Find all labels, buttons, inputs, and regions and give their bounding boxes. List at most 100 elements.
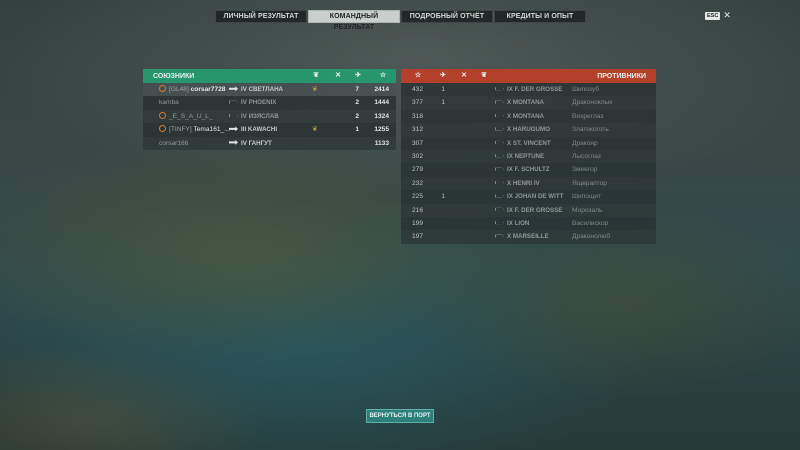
ship-class-icon xyxy=(495,100,504,104)
player-name: Змеегор xyxy=(572,166,598,174)
ship-name: IX JOHAN DE WITT xyxy=(507,193,564,201)
ship-name: IX LION xyxy=(507,219,530,227)
enemies-list: 432 1 IX F. DER GROSSE Шипозуб 377 1 X MONTANA… xyxy=(401,83,656,244)
ship-class-icon xyxy=(495,207,504,211)
ship-cell: X HARUGUMO xyxy=(495,123,550,136)
ship-name: IX NEPTUNE xyxy=(507,152,545,160)
medal-icon xyxy=(159,125,166,133)
enemy-row[interactable]: 318 X MONTANA Вихреглаз xyxy=(401,110,656,123)
ship-name: X HARUGUMO xyxy=(507,126,550,134)
laurel-icon: ❦ xyxy=(312,126,318,134)
enemy-row[interactable]: 279 IX F. SCHULTZ Змеегор xyxy=(401,163,656,176)
medal-icon xyxy=(159,111,166,119)
ally-row[interactable]: _E_S_A_U_L_ IV ИЗЯСЛАВ 2 1324 xyxy=(143,110,396,123)
close-control[interactable]: ESC ✕ xyxy=(705,11,731,20)
planes-value: 1 xyxy=(441,193,445,201)
base-xp-value: 2414 xyxy=(374,86,389,93)
enemy-row[interactable]: 302 IX NEPTUNE Лысоглаз xyxy=(401,150,656,163)
ship-class-icon xyxy=(495,87,504,91)
esc-key-hint: ESC xyxy=(705,11,721,20)
player-name: Шипозуб xyxy=(572,86,599,93)
ship-cell: IX F. DER GROSSE xyxy=(495,204,562,217)
player-name: _E_S_A_U_L_ xyxy=(169,112,213,120)
ship-name: III KAWACHI xyxy=(241,126,278,134)
ally-row[interactable]: corsar166 IV ГАНГУТ 1133 xyxy=(143,137,396,150)
enemy-row[interactable]: 307 X ST. VINCENT Дракояр xyxy=(401,137,656,150)
laurel-icon: ❦ xyxy=(313,72,319,79)
ship-class-icon xyxy=(495,167,504,171)
ship-cell: IX NEPTUNE xyxy=(495,150,544,163)
ship-name: IV СВЕТЛАНА xyxy=(241,86,284,93)
ship-name: X MARSEILLE xyxy=(507,233,549,241)
ship-name: X ST. VINCENT xyxy=(507,139,551,147)
tab-credits-and-xp[interactable]: КРЕДИТЫ И ОПЫТ xyxy=(494,10,586,23)
ship-class-icon xyxy=(229,100,238,104)
ship-name: IV ИЗЯСЛАВ xyxy=(241,112,279,120)
base-xp-value: 279 xyxy=(411,166,423,174)
ally-player: kamba xyxy=(159,96,179,109)
base-xp-value: 318 xyxy=(411,112,423,120)
ally-player: [GL48] corsar7728 xyxy=(169,83,225,96)
ship-cell: X MARSEILLE xyxy=(495,230,549,243)
base-xp-value: 216 xyxy=(411,206,423,214)
player-name: Лысоглаз xyxy=(572,152,601,160)
ship-name: IX F. DER GROSSE xyxy=(507,86,563,93)
player-name: Шипощит xyxy=(572,193,602,201)
ship-cell: IX LION xyxy=(495,217,529,230)
player-name: kamba xyxy=(159,99,179,107)
laurel-icon: ❦ xyxy=(481,72,487,79)
enemy-row[interactable]: 312 X HARUGUMO Златокоготь xyxy=(401,123,656,136)
base-xp-value: 1255 xyxy=(374,126,389,134)
base-xp-value: 199 xyxy=(411,219,423,227)
ship-class-icon xyxy=(495,127,504,131)
ship-class-icon xyxy=(229,139,238,145)
ship-class-icon xyxy=(495,221,504,225)
ally-row[interactable]: [TINFY] Tema161_... III KAWACHI ❦ 1 1255 xyxy=(143,123,396,136)
ship-cell: IX JOHAN DE WITT xyxy=(495,190,563,203)
kills-value: 7 xyxy=(355,86,359,93)
plane-icon: ✈ xyxy=(355,72,361,79)
ship-name: X MONTANA xyxy=(507,112,545,120)
ship-name: IX F. DER GROSSE xyxy=(507,206,563,214)
return-to-port-button[interactable]: ВЕРНУТЬСЯ В ПОРТ xyxy=(366,409,434,423)
tab-detailed-report[interactable]: ПОДРОБНЫЙ ОТЧЁТ xyxy=(401,10,493,23)
close-icon[interactable]: ✕ xyxy=(723,11,731,20)
allies-header: СОЮЗНИКИ ❦ ✕ ✈ ☆ xyxy=(143,69,396,83)
ship-cell: IV PHOENIX xyxy=(229,96,276,109)
base-xp-value: 312 xyxy=(411,126,423,134)
ship-class-icon xyxy=(495,180,504,184)
enemies-title: ПРОТИВНИКИ xyxy=(597,72,646,80)
player-name: corsar166 xyxy=(159,139,189,147)
tab-team-result[interactable]: КОМАНДНЫЙ РЕЗУЛЬТАТ xyxy=(308,10,400,31)
player-name: Златокоготь xyxy=(572,126,609,134)
enemy-row[interactable]: 199 IX LION Василискор xyxy=(401,217,656,230)
enemies-panel: ☆ ✈ ✕ ❦ ПРОТИВНИКИ 432 1 IX F. DER GROSSE Ш… xyxy=(401,69,656,244)
ship-class-icon xyxy=(229,126,238,132)
base-xp-value: 225 xyxy=(411,193,423,201)
enemy-row[interactable]: 216 IX F. DER GROSSE Морозаль xyxy=(401,204,656,217)
ally-row[interactable]: [GL48] corsar7728 IV СВЕТЛАНА ❦ 7 2414 xyxy=(143,83,396,97)
player-name: Ящераптор xyxy=(572,179,607,187)
laurel-icon: ❦ xyxy=(312,86,318,93)
enemy-row[interactable]: 225 1 IX JOHAN DE WITT Шипощит xyxy=(401,190,656,203)
tab-personal-result[interactable]: ЛИЧНЫЙ РЕЗУЛЬТАТ xyxy=(215,10,307,23)
base-xp-value: 232 xyxy=(411,179,423,187)
ally-player: corsar166 xyxy=(159,137,188,150)
enemy-row[interactable]: 432 1 IX F. DER GROSSE Шипозуб xyxy=(401,83,656,96)
enemy-row[interactable]: 377 1 X MONTANA Драконоклык xyxy=(401,96,656,109)
ally-player: _E_S_A_U_L_ xyxy=(169,110,213,123)
ship-name: X HENRI IV xyxy=(507,179,540,187)
ship-name: X MONTANA xyxy=(507,99,545,107)
ally-player: [TINFY] Tema161_... xyxy=(169,123,230,136)
enemy-row[interactable]: 197 X MARSEILLE Драконолюб xyxy=(401,230,656,243)
ship-cell: III KAWACHI xyxy=(229,123,277,136)
base-xp-value: 197 xyxy=(411,233,423,241)
kills-value: 1 xyxy=(355,126,359,134)
player-name: corsar7728 xyxy=(190,86,226,93)
base-xp-value: 307 xyxy=(411,139,423,147)
ship-class-icon xyxy=(495,194,504,198)
ally-row[interactable]: kamba IV PHOENIX 2 1444 xyxy=(143,96,396,109)
allies-list: [GL48] corsar7728 IV СВЕТЛАНА ❦ 7 2414 kamba I… xyxy=(143,83,396,150)
player-name: Дракояр xyxy=(572,139,598,147)
enemy-row[interactable]: 232 X HENRI IV Ящераптор xyxy=(401,177,656,190)
